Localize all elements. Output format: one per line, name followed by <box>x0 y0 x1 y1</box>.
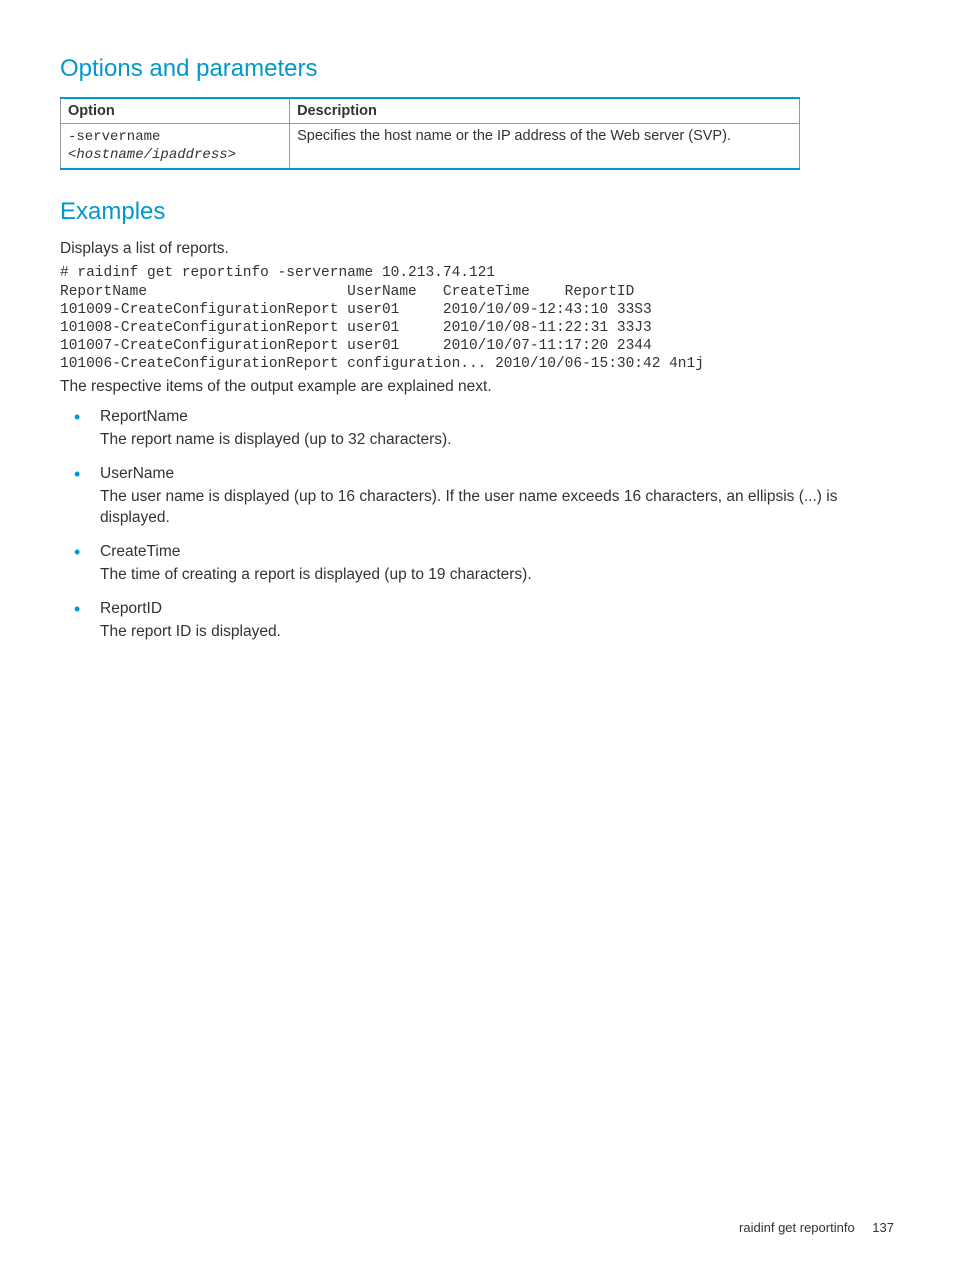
list-item: CreateTime The time of creating a report… <box>60 543 894 586</box>
item-desc: The report ID is displayed. <box>100 622 894 643</box>
list-item: ReportName The report name is displayed … <box>60 408 894 451</box>
section-heading-examples: Examples <box>60 198 894 226</box>
option-line2: <hostname/ipaddress> <box>68 147 236 163</box>
list-item: UserName The user name is displayed (up … <box>60 465 894 529</box>
examples-followup: The respective items of the output examp… <box>60 377 894 398</box>
item-title: ReportName <box>100 408 894 426</box>
table-header-description: Description <box>290 98 800 124</box>
option-cell: -servername <hostname/ipaddress> <box>61 124 290 170</box>
list-item: ReportID The report ID is displayed. <box>60 600 894 643</box>
examples-intro: Displays a list of reports. <box>60 240 894 258</box>
item-title: ReportID <box>100 600 894 618</box>
output-items-list: ReportName The report name is displayed … <box>60 408 894 643</box>
code-block: # raidinf get reportinfo -servername 10.… <box>60 264 894 373</box>
page-footer: raidinf get reportinfo 137 <box>739 1220 894 1235</box>
item-desc: The user name is displayed (up to 16 cha… <box>100 487 894 529</box>
description-cell: Specifies the host name or the IP addres… <box>290 124 800 170</box>
footer-page-number: 137 <box>872 1220 894 1235</box>
item-desc: The report name is displayed (up to 32 c… <box>100 430 894 451</box>
table-header-option: Option <box>61 98 290 124</box>
option-line1: -servername <box>68 129 160 145</box>
item-title: UserName <box>100 465 894 483</box>
item-desc: The time of creating a report is display… <box>100 565 894 586</box>
section-heading-options: Options and parameters <box>60 55 894 83</box>
item-title: CreateTime <box>100 543 894 561</box>
table-row: -servername <hostname/ipaddress> Specifi… <box>61 124 800 170</box>
options-table: Option Description -servername <hostname… <box>60 97 800 170</box>
footer-title: raidinf get reportinfo <box>739 1220 855 1235</box>
